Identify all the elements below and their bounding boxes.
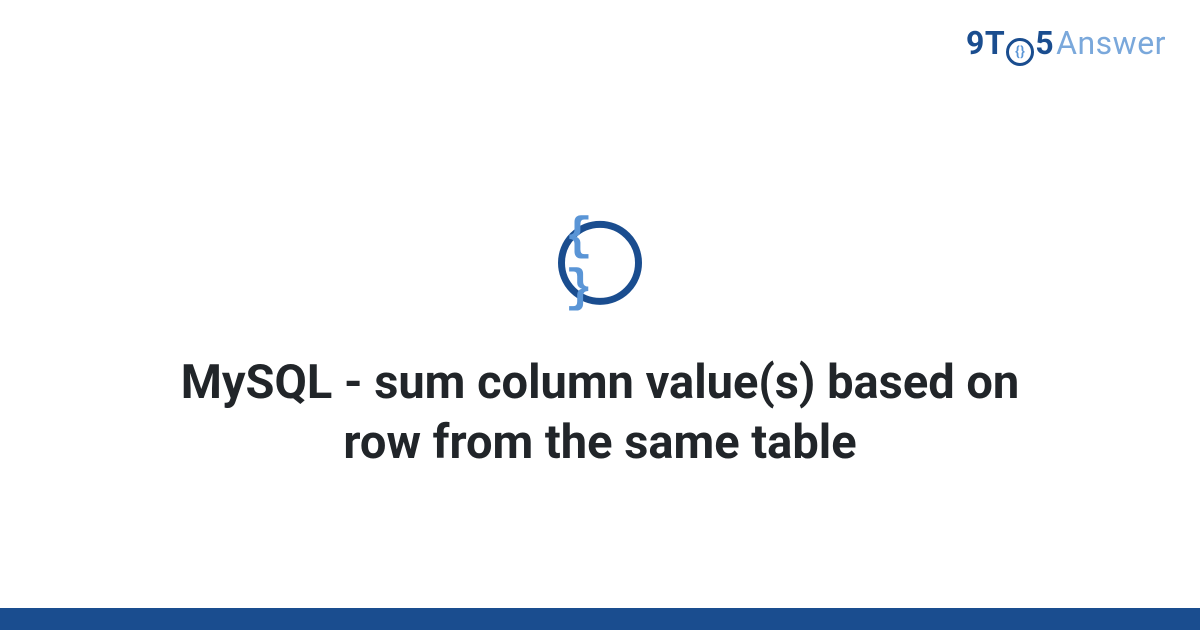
logo-text-answer: Answer xyxy=(1056,24,1166,62)
logo-text-9t: 9T xyxy=(966,24,1005,62)
page-title: MySQL - sum column value(s) based on row… xyxy=(120,352,1080,472)
code-braces-icon: { } xyxy=(558,220,642,304)
main-content: { } MySQL - sum column value(s) based on… xyxy=(0,220,1200,472)
braces-symbol: { } xyxy=(565,210,635,314)
logo-circle-icon: {} xyxy=(1006,38,1034,66)
site-logo: 9T {} 5 Answer xyxy=(966,24,1166,64)
footer-accent-bar xyxy=(0,608,1200,630)
logo-text-5: 5 xyxy=(1035,24,1054,62)
